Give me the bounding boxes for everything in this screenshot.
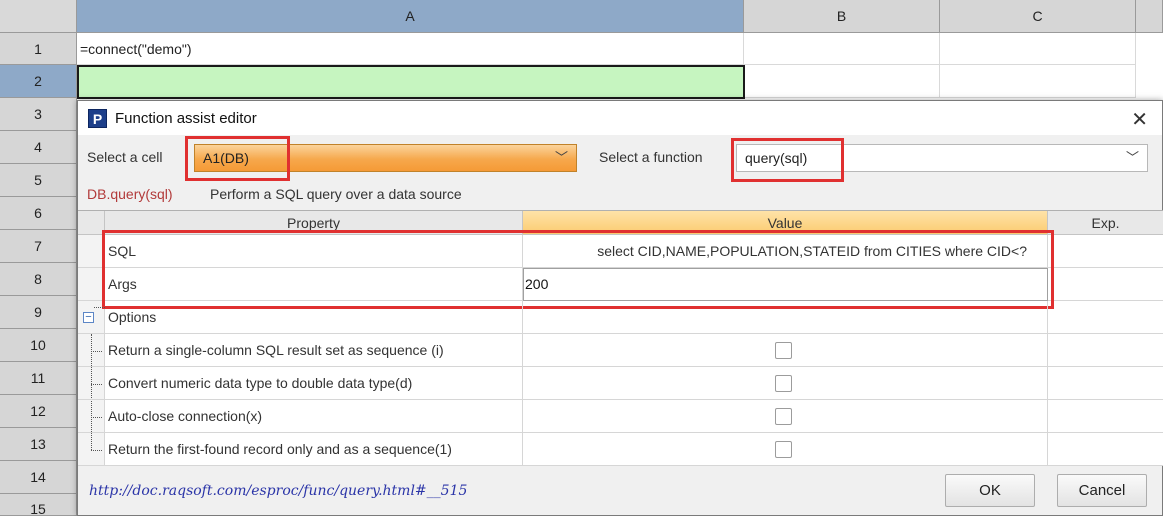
- row-header-5[interactable]: 5: [0, 164, 77, 197]
- column-header-d-partial[interactable]: [1136, 0, 1163, 33]
- column-header-b[interactable]: B: [744, 0, 940, 33]
- chevron-down-icon: ﹀: [554, 150, 568, 165]
- select-cell-label: Select a cell: [87, 149, 163, 165]
- row-header-14[interactable]: 14: [0, 461, 77, 494]
- chevron-down-icon: ﹀: [1125, 150, 1139, 165]
- grid-header-gutter: [78, 211, 105, 235]
- option-row[interactable]: Return the first-found record only and a…: [78, 433, 1163, 466]
- select-cell-dropdown[interactable]: A1(DB) ﹀: [194, 144, 577, 172]
- collapse-icon[interactable]: −: [83, 312, 94, 323]
- option-exp[interactable]: [1048, 433, 1163, 466]
- row-header-1[interactable]: 1: [0, 33, 77, 65]
- param-label-args: Args: [105, 268, 523, 301]
- option-label: Return the first-found record only and a…: [105, 433, 523, 466]
- option-exp[interactable]: [1048, 400, 1163, 433]
- param-exp-args[interactable]: [1048, 268, 1163, 301]
- row-header-13[interactable]: 13: [0, 428, 77, 461]
- cell-c2[interactable]: [940, 65, 1136, 98]
- row-header-11[interactable]: 11: [0, 362, 77, 395]
- option-value-cell: [523, 433, 1048, 466]
- row-header-6[interactable]: 6: [0, 197, 77, 230]
- select-function-dropdown[interactable]: query(sql) ﹀: [736, 144, 1148, 172]
- dialog-titlebar[interactable]: P Function assist editor ✕: [78, 101, 1162, 135]
- select-cell-value: A1(DB): [203, 150, 249, 166]
- tree-connector: [94, 307, 105, 308]
- function-signature: DB.query(sql): [87, 186, 173, 202]
- row-header-8[interactable]: 8: [0, 263, 77, 296]
- option-value-cell: [523, 367, 1048, 400]
- help-link[interactable]: http://doc.raqsoft.com/esproc/func/query…: [89, 483, 467, 499]
- grid-header-property: Property: [105, 211, 523, 235]
- row-header-10[interactable]: 10: [0, 329, 77, 362]
- param-label-sql: SQL: [105, 235, 523, 268]
- select-function-label: Select a function: [599, 149, 703, 165]
- app-logo-icon: P: [88, 109, 107, 128]
- row-header-4[interactable]: 4: [0, 131, 77, 164]
- option-label: Auto-close connection(x): [105, 400, 523, 433]
- function-description: Perform a SQL query over a data source: [210, 186, 462, 202]
- row-header-7[interactable]: 7: [0, 230, 77, 263]
- row-header-3[interactable]: 3: [0, 98, 77, 131]
- column-header-c[interactable]: C: [940, 0, 1136, 33]
- cell-b1[interactable]: [744, 33, 940, 65]
- grid-header-exp: Exp.: [1048, 211, 1163, 235]
- options-group-exp: [1048, 301, 1163, 334]
- row-header-15[interactable]: 15: [0, 494, 77, 516]
- param-value-args-input[interactable]: 200: [523, 268, 1048, 301]
- column-header-a[interactable]: A: [77, 0, 744, 33]
- select-function-value: query(sql): [745, 150, 808, 166]
- row-header-9[interactable]: 9: [0, 296, 77, 329]
- options-group-value: [523, 301, 1048, 334]
- option-row[interactable]: Return a single-column SQL result set as…: [78, 334, 1163, 367]
- options-group-row[interactable]: − Options: [78, 301, 1163, 334]
- option-value-cell: [523, 334, 1048, 367]
- option-checkbox[interactable]: [775, 408, 792, 425]
- option-exp[interactable]: [1048, 334, 1163, 367]
- row-header-2[interactable]: 2: [0, 65, 77, 98]
- cell-b2[interactable]: [745, 65, 940, 98]
- option-value-cell: [523, 400, 1048, 433]
- cell-c1[interactable]: [940, 33, 1136, 65]
- param-row-args[interactable]: Args 200: [78, 268, 1163, 301]
- options-group-label: Options: [105, 301, 523, 334]
- sheet-corner[interactable]: [0, 0, 77, 33]
- row-header-12[interactable]: 12: [0, 395, 77, 428]
- option-label: Return a single-column SQL result set as…: [105, 334, 523, 367]
- param-exp-sql[interactable]: [1048, 235, 1163, 268]
- property-grid: Property Value Exp. SQL select CID,NAME,…: [78, 210, 1163, 466]
- option-exp[interactable]: [1048, 367, 1163, 400]
- cell-a2-active[interactable]: [77, 65, 745, 99]
- ok-button[interactable]: OK: [945, 474, 1035, 507]
- option-checkbox[interactable]: [775, 342, 792, 359]
- close-icon[interactable]: ✕: [1131, 107, 1148, 132]
- option-row[interactable]: Convert numeric data type to double data…: [78, 367, 1163, 400]
- option-row[interactable]: Auto-close connection(x): [78, 400, 1163, 433]
- dialog-title: Function assist editor: [115, 110, 257, 127]
- cell-a1[interactable]: =connect("demo"): [77, 33, 744, 65]
- param-value-sql[interactable]: select CID,NAME,POPULATION,STATEID from …: [523, 235, 1048, 268]
- param-row-sql[interactable]: SQL select CID,NAME,POPULATION,STATEID f…: [78, 235, 1163, 268]
- cancel-button[interactable]: Cancel: [1057, 474, 1147, 507]
- option-label: Convert numeric data type to double data…: [105, 367, 523, 400]
- option-checkbox[interactable]: [775, 441, 792, 458]
- option-checkbox[interactable]: [775, 375, 792, 392]
- grid-header-value: Value: [523, 211, 1048, 235]
- function-assist-dialog: P Function assist editor ✕ Select a cell…: [77, 100, 1163, 516]
